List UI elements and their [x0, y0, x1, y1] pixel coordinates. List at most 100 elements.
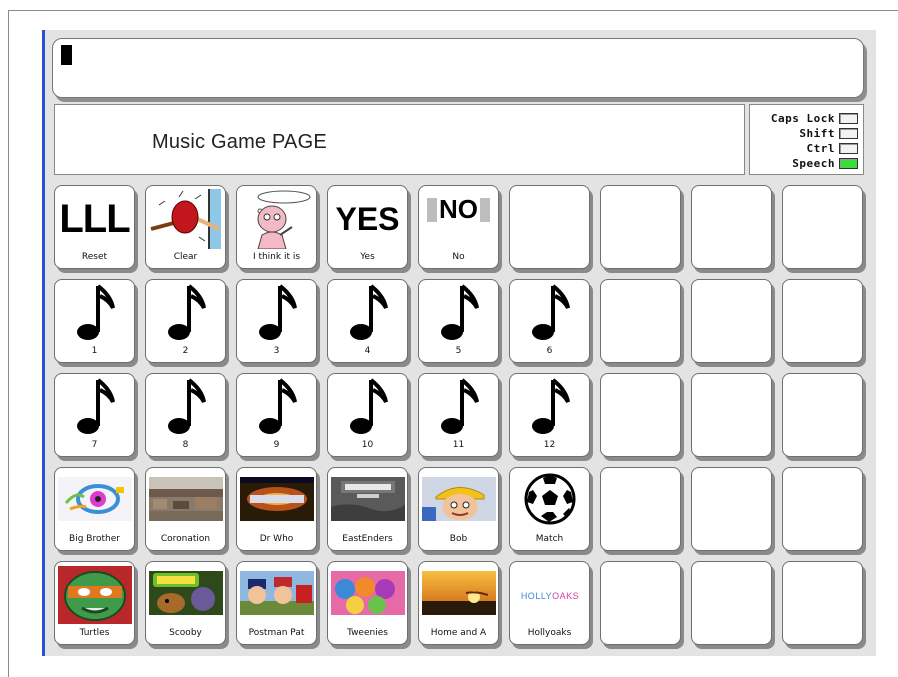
button-label: 2: [182, 346, 189, 356]
shift-indicator: [839, 127, 858, 139]
button-label: Scooby: [169, 628, 202, 638]
no-icon-text: NO: [439, 194, 478, 224]
music-note-icon: [239, 376, 314, 438]
ctrl-indicator: [839, 142, 858, 154]
note-1-button[interactable]: 1: [54, 279, 135, 363]
button-label: Home and A: [430, 628, 487, 638]
postman-pat-button[interactable]: Postman Pat: [236, 561, 317, 645]
button-label: Clear: [173, 252, 198, 262]
music-note-icon: [421, 282, 496, 344]
reset-button[interactable]: LLL Reset: [54, 185, 135, 269]
note-9-button[interactable]: 9: [236, 373, 317, 457]
turtles-button[interactable]: Turtles: [54, 561, 135, 645]
coronation-button[interactable]: Coronation: [145, 467, 226, 551]
button-label: Bob: [449, 534, 468, 544]
bob-the-builder-icon: [421, 470, 496, 532]
ninja-turtle-icon: [57, 564, 132, 626]
dr-who-button[interactable]: Dr Who: [236, 467, 317, 551]
status-speech: Speech: [792, 156, 858, 170]
scooby-doo-icon: [148, 564, 223, 626]
empty-button[interactable]: [600, 561, 681, 645]
hollyoaks-button[interactable]: HOLLYOAKS Hollyoaks: [509, 561, 590, 645]
button-label: 10: [361, 440, 374, 450]
message-text-area[interactable]: [52, 38, 864, 98]
empty-button[interactable]: [691, 467, 772, 551]
empty-button[interactable]: [600, 467, 681, 551]
note-11-button[interactable]: 11: [418, 373, 499, 457]
empty-button[interactable]: [600, 373, 681, 457]
modifier-status-panel: Caps Lock Shift Ctrl Speech: [749, 104, 864, 175]
home-and-away-button[interactable]: Home and A: [418, 561, 499, 645]
music-note-icon: [512, 376, 587, 438]
button-label: Hollyoaks: [527, 628, 572, 638]
match-button[interactable]: Match: [509, 467, 590, 551]
button-label: 8: [182, 440, 189, 450]
empty-button[interactable]: [782, 373, 863, 457]
button-label: EastEnders: [342, 534, 393, 544]
button-label: I think it is: [252, 252, 301, 262]
button-label: 5: [455, 346, 462, 356]
empty-button[interactable]: [691, 373, 772, 457]
hollyoaks-logo-icon: HOLLYOAKS: [512, 564, 587, 626]
no-button[interactable]: NO No: [418, 185, 499, 269]
status-ctrl: Ctrl: [807, 141, 858, 155]
empty-button[interactable]: [782, 467, 863, 551]
clear-button[interactable]: Clear: [145, 185, 226, 269]
note-8-button[interactable]: 8: [145, 373, 226, 457]
empty-button[interactable]: [782, 279, 863, 363]
speech-indicator: [839, 157, 858, 169]
status-label: Speech: [792, 156, 835, 170]
dr-who-logo-icon: [239, 470, 314, 532]
empty-button[interactable]: [691, 185, 772, 269]
clear-wipe-icon: [148, 188, 223, 250]
yes-button[interactable]: YES Yes: [327, 185, 408, 269]
empty-button[interactable]: [782, 561, 863, 645]
text-cursor: [61, 45, 72, 65]
caps-lock-indicator: [839, 112, 858, 124]
note-2-button[interactable]: 2: [145, 279, 226, 363]
music-note-icon: [239, 282, 314, 344]
note-6-button[interactable]: 6: [509, 279, 590, 363]
button-label: 4: [364, 346, 371, 356]
note-12-button[interactable]: 12: [509, 373, 590, 457]
empty-button[interactable]: [600, 279, 681, 363]
status-caps-lock: Caps Lock: [771, 111, 858, 125]
empty-button[interactable]: [691, 561, 772, 645]
button-label: 1: [91, 346, 98, 356]
coronation-street-photo-icon: [148, 470, 223, 532]
button-label: 6: [546, 346, 553, 356]
eastenders-button[interactable]: EastEnders: [327, 467, 408, 551]
window-left-border: [8, 10, 9, 677]
empty-button[interactable]: [509, 185, 590, 269]
i-think-it-is-button[interactable]: I think it is: [236, 185, 317, 269]
note-5-button[interactable]: 5: [418, 279, 499, 363]
note-3-button[interactable]: 3: [236, 279, 317, 363]
big-brother-button[interactable]: Big Brother: [54, 467, 135, 551]
button-label: Dr Who: [259, 534, 294, 544]
empty-button[interactable]: [600, 185, 681, 269]
scooby-button[interactable]: Scooby: [145, 561, 226, 645]
music-note-icon: [330, 376, 405, 438]
button-label: Big Brother: [69, 534, 120, 544]
button-label: Match: [535, 534, 564, 544]
tweenies-button[interactable]: Tweenies: [327, 561, 408, 645]
empty-button[interactable]: [782, 185, 863, 269]
note-7-button[interactable]: 7: [54, 373, 135, 457]
status-label: Caps Lock: [770, 111, 835, 125]
button-label: Turtles: [79, 628, 110, 638]
tweenies-icon: [330, 564, 405, 626]
note-4-button[interactable]: 4: [327, 279, 408, 363]
button-label: 3: [273, 346, 280, 356]
button-label: Coronation: [160, 534, 211, 544]
empty-button[interactable]: [691, 279, 772, 363]
button-label: Postman Pat: [248, 628, 305, 638]
status-label: Shift: [799, 126, 835, 140]
button-label: 7: [91, 440, 98, 450]
note-10-button[interactable]: 10: [327, 373, 408, 457]
button-label: 11: [452, 440, 465, 450]
eastenders-logo-icon: [330, 470, 405, 532]
music-note-icon: [57, 376, 132, 438]
thinking-person-icon: [239, 188, 314, 250]
bob-button[interactable]: Bob: [418, 467, 499, 551]
button-label: Tweenies: [347, 628, 388, 638]
